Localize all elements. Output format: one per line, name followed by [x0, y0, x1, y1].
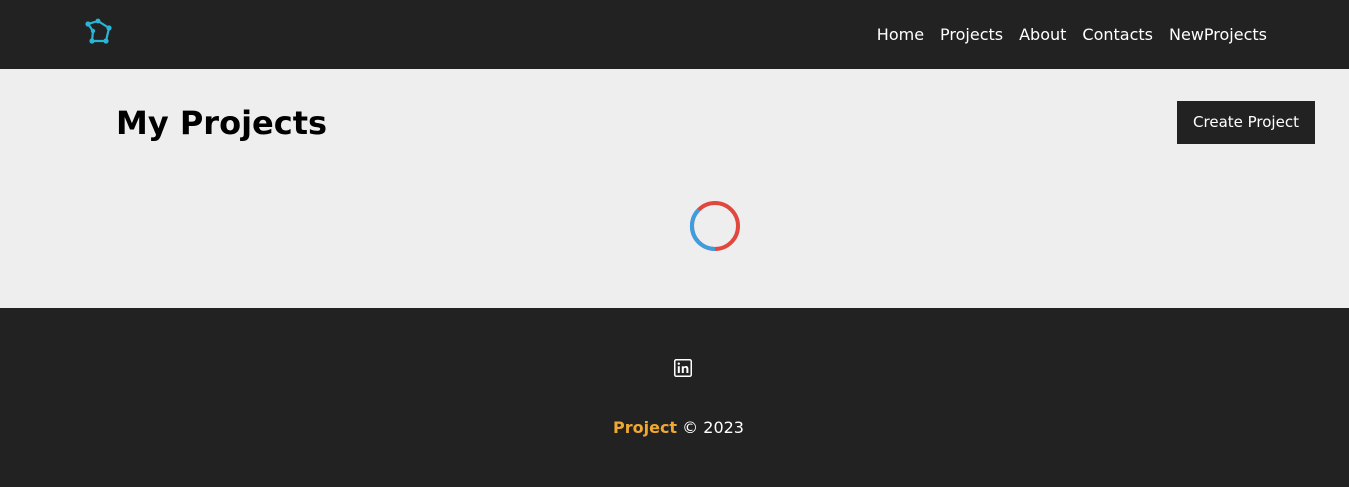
copyright-text: © 2023 [682, 418, 744, 437]
page-title: My Projects [116, 104, 328, 142]
copyright: Project © 2023 [0, 417, 1349, 439]
nav-projects[interactable]: Projects [940, 24, 1003, 46]
nav-new-projects[interactable]: NewProjects [1169, 24, 1267, 46]
site-footer: Project © 2023 [0, 308, 1349, 487]
linkedin-icon[interactable] [674, 359, 692, 377]
create-project-button[interactable]: Create Project [1177, 101, 1315, 144]
footer-brand: Project [613, 418, 678, 437]
network-polygon-logo-icon[interactable] [84, 17, 114, 47]
nav-home[interactable]: Home [877, 24, 924, 46]
nav-about[interactable]: About [1019, 24, 1066, 46]
loading-spinner-icon [689, 201, 740, 252]
main-content: My Projects Create Project [0, 69, 1349, 308]
nav-contacts[interactable]: Contacts [1082, 24, 1153, 46]
main-nav: Home Projects About Contacts NewProjects [877, 24, 1267, 46]
site-header: Home Projects About Contacts NewProjects [0, 0, 1349, 69]
